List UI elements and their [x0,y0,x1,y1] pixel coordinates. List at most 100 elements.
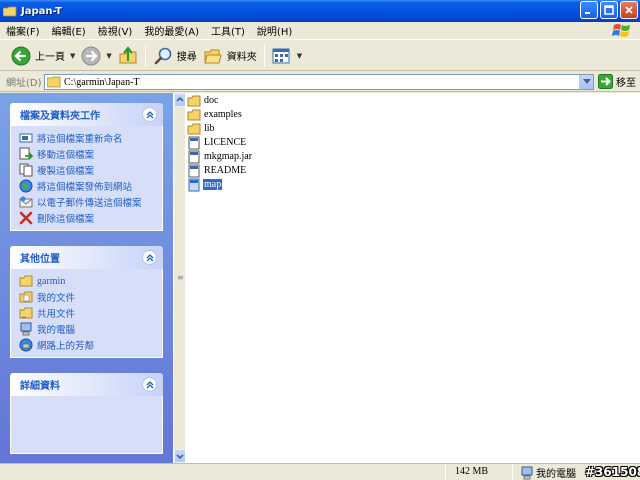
file-name: README [204,165,247,176]
folders-button[interactable]: 資料夾 [200,43,260,69]
chevron-down-icon [582,79,591,84]
address-bar: 網址(D) C:\garmin\Japan-T 移至 [0,72,640,92]
back-button[interactable]: 上一頁 ▼ [8,43,78,69]
collapse-button[interactable] [142,250,157,265]
rename-icon [19,133,33,143]
file-name: map [203,179,223,190]
expand-button[interactable] [142,377,157,392]
task-move-label: 移動這個檔案 [37,150,95,161]
standard-toolbar: 上一頁 ▼ ▼ 搜尋 資料夾 ▼ [0,41,640,71]
folder-up-icon [119,45,137,63]
menu-tools[interactable]: 工具(T) [205,23,251,38]
place-my-computer[interactable]: 我的電腦 [19,321,156,337]
windows-logo-icon [612,24,630,37]
place-my-documents-label: 我的文件 [37,293,76,304]
file-item-map[interactable]: map [187,178,223,191]
task-publish[interactable]: 將這個檔案發佈到網站 [19,178,156,194]
file-item-readme[interactable]: README [187,164,247,177]
file-name: LICENCE [204,137,247,148]
search-icon [154,47,172,64]
address-input[interactable]: C:\garmin\Japan-T [44,74,594,90]
details-title: 詳細資料 [20,381,60,392]
minimize-icon [585,12,590,14]
file-tasks-header[interactable]: 檔案及資料夾工作 [10,103,163,126]
file-item-licence[interactable]: LICENCE [187,136,247,149]
forward-button[interactable]: ▼ [78,43,114,69]
file-name: lib [204,123,215,134]
status-location-label: 我的電腦 [536,469,576,480]
folders-icon [204,49,222,63]
go-button[interactable]: 移至 [598,74,636,89]
back-dropdown-icon[interactable]: ▼ [70,52,75,60]
task-copy[interactable]: 複製這個檔案 [19,162,156,178]
search-button[interactable]: 搜尋 [150,43,200,69]
place-shared-documents[interactable]: 共用文件 [19,305,156,321]
place-my-computer-label: 我的電腦 [37,325,76,336]
details-header[interactable]: 詳細資料 [10,373,163,396]
copy-icon [19,163,33,177]
my-computer-icon [20,322,32,336]
other-places-title: 其他位置 [20,254,60,265]
place-network-label: 網路上的芳鄰 [37,341,95,352]
views-button[interactable]: ▼ [269,43,305,69]
status-divider [445,465,446,479]
maximize-icon [604,5,614,15]
address-dropdown-button[interactable] [579,75,593,89]
menu-help[interactable]: 說明(H) [251,23,298,38]
file-item-doc[interactable]: doc [187,94,219,107]
back-label: 上一頁 [35,52,65,63]
forward-dropdown-icon[interactable]: ▼ [106,52,111,60]
status-divider [512,465,513,479]
task-move[interactable]: 移動這個檔案 [19,146,156,162]
task-publish-label: 將這個檔案發佈到網站 [37,182,133,193]
file-list[interactable]: doc examples lib LICENCE mkgmap.jar READ… [185,93,640,463]
watermark-text: #361508 [585,465,640,479]
chevron-up-icon [146,253,153,261]
maximize-button[interactable] [600,1,618,19]
my-computer-icon [521,466,533,479]
file-item-mkgmap[interactable]: mkgmap.jar [187,150,253,163]
menu-view[interactable]: 檢視(V) [92,23,139,38]
chevron-up-icon [146,380,153,388]
file-tasks-body: 將這個檔案重新命名 移動這個檔案 複製這個檔案 將這個檔案發佈到網站 以電子郵件… [10,126,163,231]
place-my-documents[interactable]: 我的文件 [19,289,156,305]
file-icon [188,136,200,149]
menu-bar: 檔案(F) 編輯(E) 檢視(V) 我的最愛(A) 工具(T) 說明(H) [0,22,640,40]
address-label: 網址(D) [6,78,42,89]
delete-icon [19,211,33,225]
menu-favorites[interactable]: 我的最愛(A) [138,23,205,38]
splitter-grip-icon[interactable]: ≡ [177,273,184,282]
task-delete[interactable]: 刪除這個檔案 [19,210,156,226]
file-item-examples[interactable]: examples [187,108,243,121]
chevron-up-icon [146,110,153,118]
menu-edit[interactable]: 編輯(E) [46,23,92,38]
email-icon [19,196,33,208]
up-button[interactable] [115,43,141,69]
views-dropdown-icon[interactable]: ▼ [297,52,302,60]
task-pane: 檔案及資料夾工作 將這個檔案重新命名 移動這個檔案 複製這個檔案 將這個檔案發佈… [0,93,173,463]
menu-file[interactable]: 檔案(F) [0,23,46,38]
minimize-button[interactable] [580,1,598,19]
file-icon [188,150,200,163]
status-bar: 142 MB 我的電腦 [0,463,640,480]
place-garmin[interactable]: garmin [19,273,156,289]
file-item-lib[interactable]: lib [187,122,216,135]
views-icon [272,48,290,63]
folders-label: 資料夾 [226,52,257,63]
file-tasks-title: 檔案及資料夾工作 [20,111,100,122]
toolbar-separator [263,44,265,67]
place-network[interactable]: 網路上的芳鄰 [19,337,156,353]
task-rename[interactable]: 將這個檔案重新命名 [19,130,156,146]
other-places-header[interactable]: 其他位置 [10,246,163,269]
folder-icon [187,123,201,134]
task-email[interactable]: 以電子郵件傳送這個檔案 [19,194,156,210]
other-places-panel: 其他位置 garmin 我的文件 共用文件 我的電腦 網路上的芳鄰 [10,246,163,358]
task-email-label: 以電子郵件傳送這個檔案 [37,198,142,209]
close-button[interactable] [620,1,638,19]
file-name: doc [204,95,219,106]
move-icon [19,147,33,160]
forward-arrow-icon [81,46,101,65]
collapse-button[interactable] [142,107,157,122]
title-bar[interactable]: Japan-T [0,0,640,22]
pane-scrollbar[interactable]: ≡ [173,93,186,463]
